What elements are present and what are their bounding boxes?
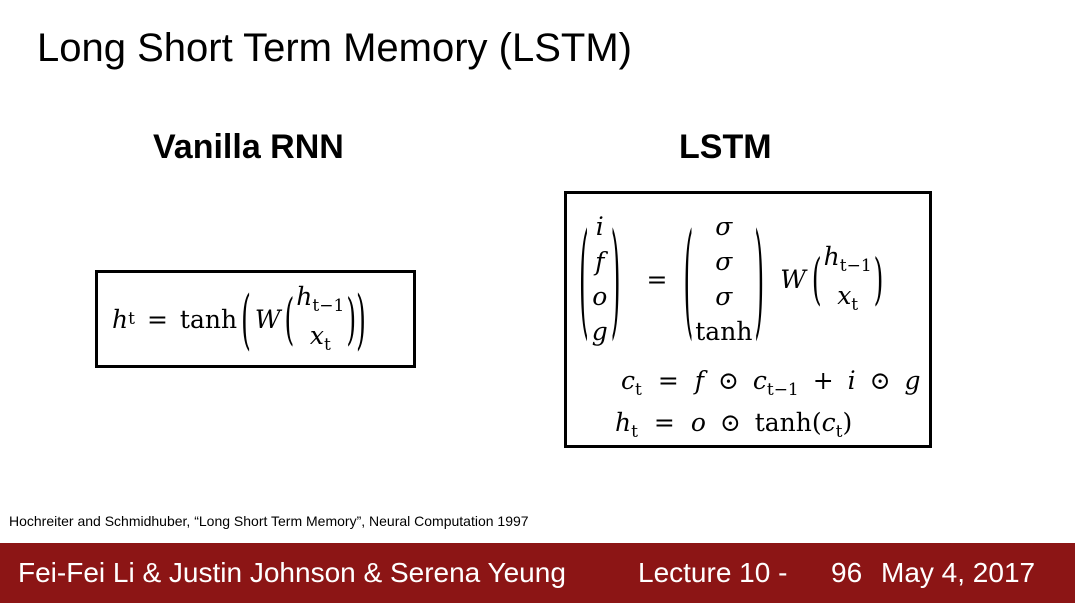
lstm-gates-vector: i f o g: [592, 214, 608, 344]
hidden-c: c: [821, 408, 836, 437]
rnn-equals: =: [146, 304, 168, 334]
cell-equals: =: [657, 366, 679, 395]
gate-f: f: [595, 247, 605, 276]
rnn-vec-h: h: [296, 282, 313, 311]
hidden-tanh: tanh: [754, 408, 812, 437]
lstm-vec-paren-open: (: [811, 247, 822, 311]
activation-sigma-3: σ: [715, 282, 733, 311]
rnn-paren-open-inner: (: [284, 287, 295, 351]
footer-bar: Fei-Fei Li & Justin Johnson & Serena Yeu…: [0, 543, 1075, 603]
footer-page-number: 96: [831, 557, 863, 588]
gate-o: o: [592, 282, 608, 311]
slide-title: Long Short Term Memory (LSTM): [37, 26, 632, 70]
lstm-gates-paren-close: ): [610, 206, 621, 352]
rnn-equation-box: ht = tanh ( W ( ht−1 xt ) ): [95, 270, 416, 368]
rnn-paren-close-outer: ): [356, 281, 366, 357]
rnn-vec-x: x: [309, 321, 324, 350]
rnn-vec-x-sub: t: [323, 335, 331, 355]
lstm-vec-h-sub: t−1: [839, 256, 872, 276]
cell-hadamard-2: ⊙: [869, 366, 891, 395]
hidden-paren-close: ): [842, 408, 853, 437]
vanilla-rnn-heading: Vanilla RNN: [153, 128, 344, 166]
lstm-vec-x: x: [837, 281, 852, 310]
lstm-vec-h: h: [823, 242, 840, 271]
footer-lecture: Lecture 10 -: [638, 557, 788, 588]
gate-g: g: [591, 317, 608, 346]
rnn-vec-h-sub: t−1: [312, 296, 345, 316]
cell-lhs: c: [621, 366, 636, 395]
lstm-hidden-equation: ht = o ⊙ tanh(ct): [615, 410, 852, 441]
footer-date: May 4, 2017: [881, 557, 1036, 588]
cell-c: c: [752, 366, 767, 395]
lstm-cell-equation: ct = f ⊙ ct−1 + i ⊙ g: [621, 368, 921, 399]
lstm-vec-x-sub: t: [851, 295, 859, 315]
hidden-paren-open: (: [811, 408, 822, 437]
citation: Hochreiter and Schmidhuber, “Long Short …: [9, 513, 529, 529]
cell-plus: +: [812, 366, 834, 395]
lstm-gates-paren-open: (: [579, 206, 589, 352]
lstm-input-vector: ht−1 xt: [824, 244, 872, 314]
lstm-equation-box: ( i f o g ) = ( σ σ σ tanh ) W ( ht−1 xt…: [564, 191, 932, 448]
lstm-act-paren-open: (: [683, 206, 694, 352]
rnn-input-vector: ht−1 xt: [296, 284, 344, 354]
lstm-activation-vector: σ σ σ tanh: [695, 214, 752, 344]
hidden-c-sub: t: [835, 422, 843, 442]
lstm-equals: =: [646, 264, 668, 294]
cell-f: f: [694, 366, 704, 395]
rnn-tanh: tanh: [179, 304, 238, 334]
lstm-heading: LSTM: [679, 128, 772, 166]
rnn-paren-close-inner: ): [346, 287, 357, 351]
hidden-hadamard: ⊙: [719, 408, 741, 437]
hidden-equals: =: [653, 408, 675, 437]
cell-lhs-sub: t: [635, 380, 642, 400]
rnn-paren-open-outer: (: [241, 281, 251, 357]
cell-hadamard-1: ⊙: [717, 366, 739, 395]
lstm-vec-paren-close: ): [873, 247, 884, 311]
rnn-lhs-sub: t: [128, 308, 135, 329]
cell-g: g: [904, 366, 921, 395]
cell-c-sub: t−1: [766, 380, 799, 400]
hidden-lhs: h: [615, 408, 632, 437]
activation-sigma-2: σ: [715, 247, 733, 276]
rnn-lhs: h: [112, 304, 129, 334]
activation-sigma-1: σ: [715, 212, 733, 241]
rnn-equation: ht = tanh ( W ( ht−1 xt ) ): [112, 283, 366, 355]
rnn-weight: W: [254, 304, 281, 334]
cell-i: i: [847, 366, 856, 395]
lstm-gate-equation: ( i f o g ) = ( σ σ σ tanh ) W ( ht−1 xt…: [579, 208, 883, 350]
activation-tanh: tanh: [695, 317, 753, 346]
hidden-lhs-sub: t: [631, 422, 638, 442]
lstm-weight: W: [780, 264, 806, 294]
hidden-o: o: [690, 408, 706, 437]
footer-authors: Fei-Fei Li & Justin Johnson & Serena Yeu…: [18, 557, 566, 588]
gate-i: i: [595, 212, 604, 241]
lstm-act-paren-close: ): [754, 206, 765, 352]
